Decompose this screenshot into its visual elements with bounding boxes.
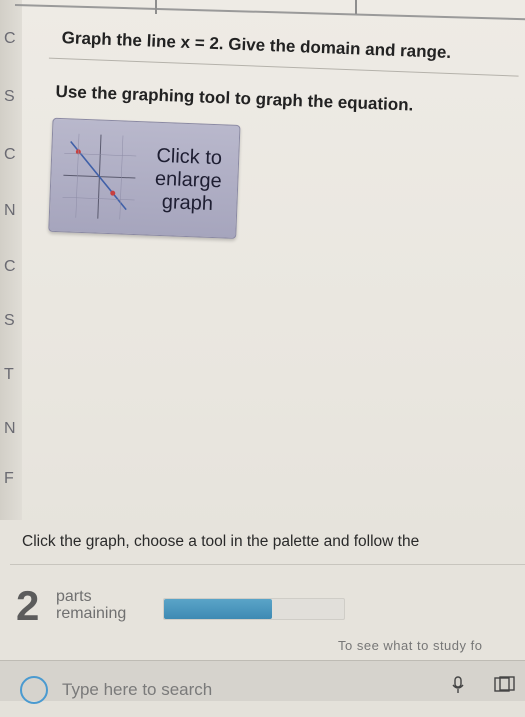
graph-label-line: enlarge — [154, 167, 223, 193]
microphone-icon[interactable] — [452, 676, 464, 694]
graph-thumbnail-icon — [62, 133, 137, 220]
progress-bar — [163, 598, 345, 620]
study-plan-link[interactable]: To see what to study fo — [338, 638, 482, 653]
hint-divider — [10, 564, 525, 565]
enlarge-graph-label: Click to enlarge graph — [142, 144, 235, 216]
parts-remaining-label: parts remaining — [56, 588, 126, 622]
question-instruction: Use the graphing tool to graph the equat… — [55, 81, 414, 115]
progress-bar-fill — [164, 599, 272, 619]
page: C S C N C S T N F Graph the line x = 2. … — [0, 0, 525, 704]
question-title: Graph the line x = 2. Give the domain an… — [61, 28, 452, 63]
graph-label-line: graph — [161, 191, 214, 215]
hint-text: Click the graph, choose a tool in the pa… — [22, 533, 420, 550]
task-view-icon[interactable] — [494, 676, 516, 694]
parts-remaining-count: 2 — [16, 582, 40, 629]
parts-label-line: remaining — [56, 605, 127, 622]
parts-label-line: parts — [56, 588, 92, 605]
enlarge-graph-button[interactable]: Click to enlarge graph — [48, 117, 241, 239]
graph-label-line: Click to — [156, 144, 223, 170]
taskbar-search-input[interactable]: Type here to search — [62, 680, 212, 700]
